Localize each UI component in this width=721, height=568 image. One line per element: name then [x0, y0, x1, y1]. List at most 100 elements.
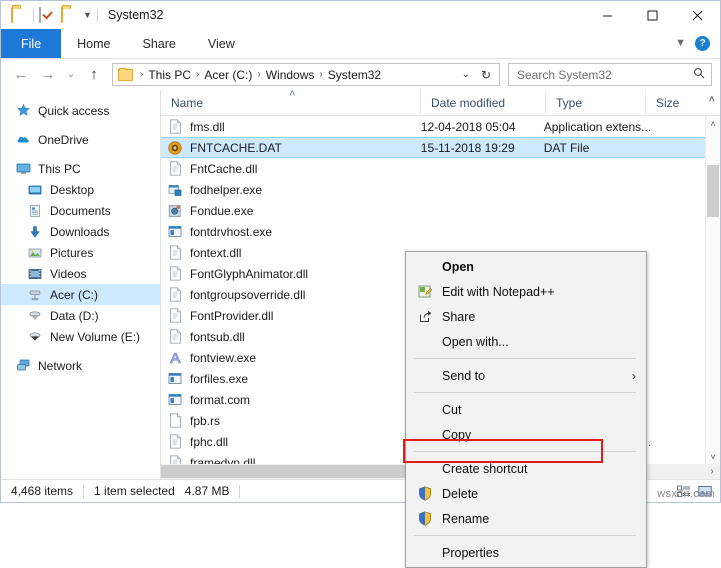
sidebar-item-videos[interactable]: Videos — [1, 263, 160, 284]
menu-item-copy[interactable]: Copy — [406, 422, 646, 447]
menu-item-send-to[interactable]: Send to › — [406, 363, 646, 388]
sidebar-item-this-pc[interactable]: This PC — [1, 158, 160, 179]
sidebar-item-onedrive[interactable]: OneDrive — [1, 129, 160, 150]
share-icon — [414, 309, 436, 324]
minimize-icon[interactable] — [585, 1, 630, 29]
drive-icon — [27, 308, 43, 324]
scroll-right-button[interactable]: › — [704, 464, 720, 479]
address-bar: ← → ⌄ ↑ › This PC › Acer (C:) › Windows … — [1, 59, 720, 90]
sidebar-item-network[interactable]: Network — [1, 355, 160, 376]
chevron-down-icon[interactable]: ▼ — [83, 11, 92, 20]
sidebar-item-label: Videos — [50, 267, 86, 281]
navigation-pane: Quick access OneDrive This PC Des — [1, 90, 161, 479]
tab-file[interactable]: File — [1, 29, 61, 58]
refresh-icon[interactable]: ↻ — [476, 68, 496, 82]
search-input[interactable] — [515, 67, 693, 83]
table-row[interactable]: FNTCACHE.DAT 15-11-2018 19:29 DAT File — [161, 137, 705, 158]
up-button[interactable]: ↑ — [82, 63, 106, 87]
scroll-thumb[interactable] — [707, 165, 719, 217]
menu-item-create-shortcut[interactable]: Create shortcut — [406, 456, 646, 481]
file-name: forfiles.exe — [190, 372, 248, 386]
breadcrumb[interactable]: › This PC › Acer (C:) › Windows › System… — [112, 63, 500, 86]
sidebar-item-label: Quick access — [38, 104, 109, 118]
tab-view[interactable]: View — [192, 29, 251, 58]
file-name-cell: fontext.dll — [161, 245, 417, 261]
chevron-up-icon[interactable]: ˄ — [709, 94, 715, 106]
vertical-scrollbar[interactable]: ˄ ˅ — [705, 116, 720, 464]
recent-locations-button[interactable]: ⌄ — [63, 63, 79, 87]
column-header-date-modified[interactable]: Date modified — [421, 90, 546, 116]
table-row[interactable]: fms.dll 12-04-2018 05:04 Application ext… — [161, 116, 705, 137]
sidebar-item-documents[interactable]: Documents — [1, 200, 160, 221]
breadcrumb-item-system32[interactable]: System32 — [326, 68, 383, 82]
file-name-cell: FntCache.dll — [161, 161, 417, 177]
breadcrumb-separator-2[interactable]: › — [254, 69, 263, 80]
sidebar-item-new-volume-e[interactable]: New Volume (E:) — [1, 326, 160, 347]
menu-item-properties[interactable]: Properties — [406, 540, 646, 565]
shield-icon — [414, 486, 436, 501]
dll-file-icon — [167, 308, 183, 324]
menu-item-cut[interactable]: Cut — [406, 397, 646, 422]
sidebar-item-label: New Volume (E:) — [50, 330, 140, 344]
title-bar: ▼ System32 — [1, 1, 720, 29]
back-button[interactable]: ← — [9, 63, 33, 87]
file-name: FontGlyphAnimator.dll — [190, 267, 308, 281]
table-row[interactable]: FntCache.dll — [161, 158, 705, 179]
selection-size: 4.87 MB — [185, 484, 240, 498]
new-folder-icon[interactable] — [61, 8, 78, 23]
table-row[interactable]: fontdrvhost.exe — [161, 221, 705, 242]
close-icon[interactable] — [675, 1, 720, 29]
breadcrumb-separator-3[interactable]: › — [316, 69, 325, 80]
sidebar-item-desktop[interactable]: Desktop — [1, 179, 160, 200]
breadcrumb-separator-1[interactable]: › — [193, 69, 202, 80]
drive-icon — [27, 287, 43, 303]
menu-item-open[interactable]: Open — [406, 254, 646, 279]
table-row[interactable]: Fondue.exe — [161, 200, 705, 221]
scroll-down-button[interactable]: ˅ — [706, 449, 720, 464]
properties-icon[interactable] — [39, 8, 56, 23]
status-divider-2 — [239, 485, 240, 498]
menu-item-edit-with-notepad-plus-plus[interactable]: Edit with Notepad++ — [406, 279, 646, 304]
menu-item-rename[interactable]: Rename — [406, 506, 646, 531]
column-headers: Name ˄ Date modified Type Size ˄ — [161, 90, 720, 116]
tab-home[interactable]: Home — [61, 29, 126, 58]
scroll-up-button[interactable]: ˄ — [706, 116, 720, 131]
documents-icon — [27, 203, 43, 219]
forward-button[interactable]: → — [36, 63, 60, 87]
maximize-icon[interactable] — [630, 1, 675, 29]
column-header-type[interactable]: Type — [546, 90, 646, 116]
breadcrumb-item-windows[interactable]: Windows — [264, 68, 317, 82]
file-name: format.com — [190, 393, 250, 407]
sidebar-item-data-d[interactable]: Data (D:) — [1, 305, 160, 326]
menu-item-share[interactable]: Share — [406, 304, 646, 329]
chevron-down-icon[interactable]: ⌄ — [456, 69, 476, 80]
sidebar-item-pictures[interactable]: Pictures — [1, 242, 160, 263]
menu-separator — [414, 358, 636, 359]
breadcrumb-item-this-pc[interactable]: This PC — [146, 68, 193, 82]
sidebar-item-acer-c[interactable]: Acer (C:) — [1, 284, 160, 305]
sidebar-item-downloads[interactable]: Downloads — [1, 221, 160, 242]
menu-item-label: Open — [436, 260, 474, 274]
scroll-track[interactable] — [706, 131, 720, 449]
folder-icon[interactable] — [11, 8, 28, 23]
breadcrumb-item-acer-c[interactable]: Acer (C:) — [202, 68, 254, 82]
chevron-down-icon[interactable]: ▼ — [675, 38, 686, 49]
menu-item-delete[interactable]: Delete — [406, 481, 646, 506]
column-header-name[interactable]: Name ˄ — [161, 90, 421, 116]
file-name-cell: forfiles.exe — [161, 371, 417, 387]
file-name-cell: fodhelper.exe — [161, 182, 417, 198]
context-menu: Open Edit with Notepad++ Share Open with… — [405, 251, 647, 568]
help-icon[interactable]: ? — [695, 36, 710, 51]
breadcrumb-separator-0: › — [137, 69, 146, 80]
search-icon[interactable] — [693, 67, 705, 82]
tab-share[interactable]: Share — [127, 29, 192, 58]
menu-item-open-with[interactable]: Open with... — [406, 329, 646, 354]
menu-item-label: Share — [436, 310, 475, 324]
table-row[interactable]: fodhelper.exe — [161, 179, 705, 200]
file-name: FNTCACHE.DAT — [190, 141, 282, 155]
quick-access-toolbar: ▼ — [1, 8, 98, 23]
search-box[interactable] — [508, 63, 712, 86]
column-header-size[interactable]: Size — [646, 90, 691, 116]
exe-window-icon — [167, 224, 183, 240]
sidebar-item-quick-access[interactable]: Quick access — [1, 100, 160, 121]
